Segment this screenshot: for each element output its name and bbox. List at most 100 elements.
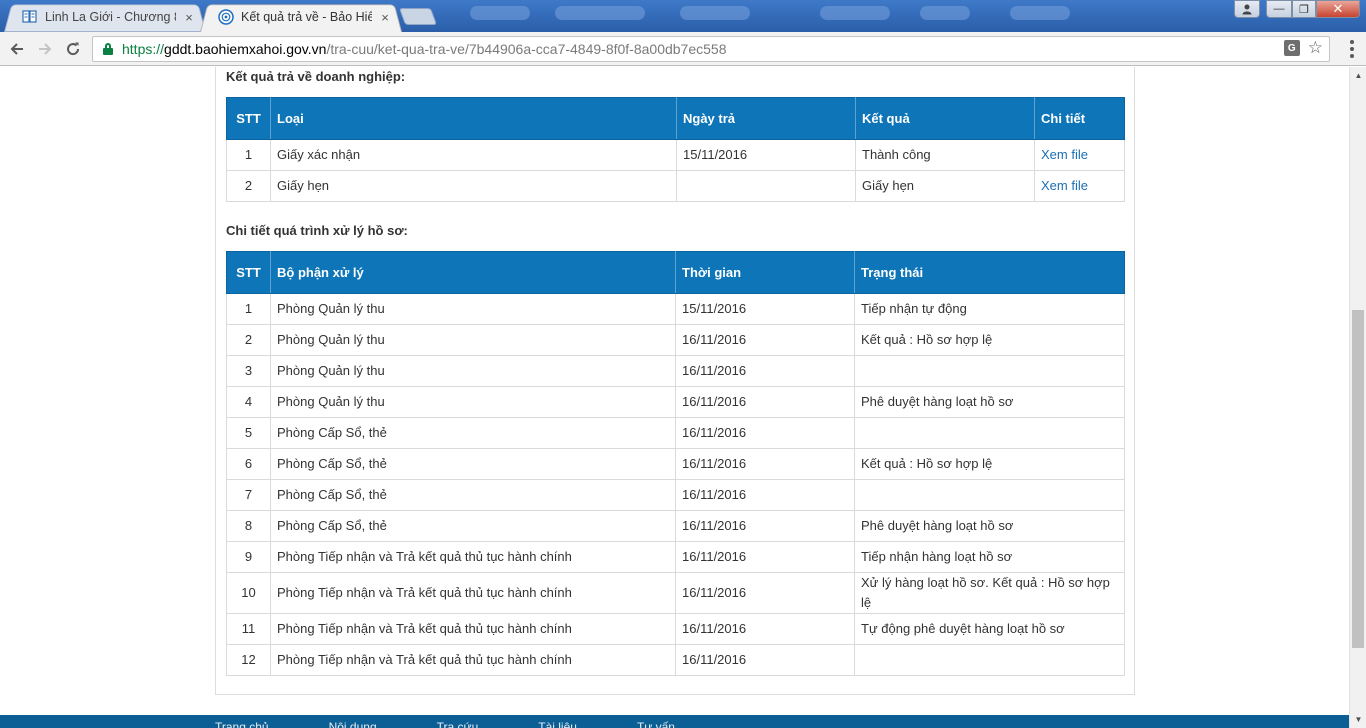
cell-stt: 12 xyxy=(226,644,271,676)
table-header-row: STT Loại Ngày trả Kết quả Chi tiết xyxy=(226,97,1125,140)
background-blur xyxy=(555,6,645,20)
user-icon[interactable] xyxy=(1234,0,1260,18)
column-header-status: Trạng thái xyxy=(854,251,1125,294)
footer-link[interactable]: Tư vấn xyxy=(637,720,675,728)
vertical-scrollbar[interactable]: ▲ ▼ xyxy=(1349,67,1366,728)
cell-dept: Phòng Cấp Sổ, thẻ xyxy=(270,417,676,449)
cell-time: 16/11/2016 xyxy=(675,386,855,418)
reload-icon[interactable] xyxy=(61,37,85,61)
table-row: 8 Phòng Cấp Sổ, thẻ 16/11/2016 Phê duyệt hà… xyxy=(226,510,1125,542)
process-table-body: 1 Phòng Quản lý thu 15/11/2016 Tiếp nhận tự… xyxy=(226,293,1125,676)
cell-dept: Phòng Cấp Sổ, thẻ xyxy=(270,510,676,542)
url-host: gddt.baohiemxahoi.gov.vn xyxy=(164,41,327,57)
footer-link[interactable]: Tài liệu xyxy=(538,720,577,728)
footer-link[interactable]: Trang chủ xyxy=(215,720,269,728)
cell-time: 16/11/2016 xyxy=(675,572,855,614)
cell-status: Tiếp nhận tự động xyxy=(854,293,1125,325)
browser-toolbar: https://gddt.baohiemxahoi.gov.vn/tra-cuu… xyxy=(0,32,1366,66)
cell-stt: 1 xyxy=(226,293,271,325)
address-bar[interactable]: https://gddt.baohiemxahoi.gov.vn/tra-cuu… xyxy=(92,36,1330,62)
star-icon[interactable]: ☆ xyxy=(1308,39,1323,56)
table-header-row: STT Bộ phận xử lý Thời gian Trạng thái xyxy=(226,251,1125,294)
cell-dept: Phòng Cấp Sổ, thẻ xyxy=(270,479,676,511)
tab-title: Linh La Giới - Chương 8 xyxy=(45,10,176,24)
cell-dept: Phòng Tiếp nhận và Trả kết quả thủ tục h… xyxy=(270,644,676,676)
scroll-up-icon[interactable]: ▲ xyxy=(1350,67,1366,84)
url-text: https://gddt.baohiemxahoi.gov.vn/tra-cuu… xyxy=(122,41,727,57)
tab-ket-qua-tra-ve[interactable]: Kết quả trả về - Bảo Hiểm × xyxy=(200,2,402,32)
forward-icon[interactable] xyxy=(33,37,57,61)
minimize-button[interactable]: — xyxy=(1266,0,1292,18)
cell-status xyxy=(854,355,1125,387)
column-header-result: Kết quả xyxy=(855,97,1035,140)
translate-icon[interactable]: G xyxy=(1283,40,1300,56)
cell-dept: Phòng Quản lý thu xyxy=(270,386,676,418)
maximize-button[interactable]: ❐ xyxy=(1292,0,1316,18)
url-scheme: https:// xyxy=(122,41,165,57)
cell-time: 16/11/2016 xyxy=(675,448,855,480)
table-row: 3 Phòng Quản lý thu 16/11/2016 xyxy=(226,355,1125,387)
window-close-button[interactable]: ✕ xyxy=(1316,0,1360,18)
footer-link[interactable]: Nội dung xyxy=(329,720,377,728)
bhxh-logo-icon xyxy=(218,9,234,25)
cell-type: Giấy xác nhận xyxy=(270,139,677,171)
footer-nav: Trang chủ Nội dung Tra cứu Tài liệu Tư vấn xyxy=(215,720,675,728)
cell-stt: 7 xyxy=(226,479,271,511)
process-title: Chi tiết quá trình xử lý hồ sơ: xyxy=(226,223,408,238)
tab-close-icon[interactable]: × xyxy=(182,10,196,25)
lock-icon[interactable] xyxy=(102,42,114,56)
cell-stt: 2 xyxy=(226,170,271,202)
cell-stt: 8 xyxy=(226,510,271,542)
cell-stt: 11 xyxy=(226,613,271,645)
cell-status: Tự động phê duyệt hàng loạt hồ sơ xyxy=(854,613,1125,645)
table-row: 9 Phòng Tiếp nhận và Trả kết quả thủ tục … xyxy=(226,541,1125,573)
cell-time: 16/11/2016 xyxy=(675,479,855,511)
table-row: 7 Phòng Cấp Sổ, thẻ 16/11/2016 xyxy=(226,479,1125,511)
table-row: 10 Phòng Tiếp nhận và Trả kết quả thủ tục… xyxy=(226,572,1125,614)
cell-detail: Xem file xyxy=(1034,139,1125,171)
cell-stt: 10 xyxy=(226,572,271,614)
column-header-detail: Chi tiết xyxy=(1034,97,1125,140)
cell-time: 16/11/2016 xyxy=(675,355,855,387)
view-file-link[interactable]: Xem file xyxy=(1041,147,1088,162)
cell-status xyxy=(854,479,1125,511)
window-controls: — ❐ ✕ xyxy=(1234,0,1360,18)
menu-icon[interactable] xyxy=(1350,40,1354,58)
table-row: 12 Phòng Tiếp nhận và Trả kết quả thủ tục… xyxy=(226,644,1125,676)
background-blur xyxy=(920,6,970,20)
table-row: 2 Giấy hẹn Giấy hẹn Xem file xyxy=(226,170,1125,202)
tab-linh-la-gioi[interactable]: Linh La Giới - Chương 8 × xyxy=(4,2,206,32)
cell-time: 16/11/2016 xyxy=(675,510,855,542)
cell-stt: 6 xyxy=(226,448,271,480)
new-tab-button[interactable] xyxy=(398,8,438,25)
results-title: Kết quả trả về doanh nghiệp: xyxy=(226,69,406,84)
back-icon[interactable] xyxy=(5,37,29,61)
table-row: 11 Phòng Tiếp nhận và Trả kết quả thủ tục… xyxy=(226,613,1125,645)
tab-close-icon[interactable]: × xyxy=(378,10,392,25)
cell-result: Giấy hẹn xyxy=(855,170,1035,202)
view-file-link[interactable]: Xem file xyxy=(1041,178,1088,193)
results-table: STT Loại Ngày trả Kết quả Chi tiết 1 Giấ… xyxy=(226,97,1125,202)
cell-dept: Phòng Tiếp nhận và Trả kết quả thủ tục h… xyxy=(270,613,676,645)
table-row: 4 Phòng Quản lý thu 16/11/2016 Phê duyệt hà… xyxy=(226,386,1125,418)
cell-dept: Phòng Cấp Sổ, thẻ xyxy=(270,448,676,480)
column-header-stt: STT xyxy=(226,251,271,294)
footer-link[interactable]: Tra cứu xyxy=(437,720,479,728)
background-blur xyxy=(820,6,890,20)
cell-status xyxy=(854,417,1125,449)
site-footer: Trang chủ Nội dung Tra cứu Tài liệu Tư vấn xyxy=(0,715,1349,728)
cell-status: Phê duyệt hàng loạt hồ sơ xyxy=(854,386,1125,418)
table-row: 5 Phòng Cấp Sổ, thẻ 16/11/2016 xyxy=(226,417,1125,449)
cell-stt: 9 xyxy=(226,541,271,573)
cell-status xyxy=(854,644,1125,676)
cell-date: 15/11/2016 xyxy=(676,139,856,171)
table-row: 6 Phòng Cấp Sổ, thẻ 16/11/2016 Kết quả : Hồ… xyxy=(226,448,1125,480)
column-header-type: Loại xyxy=(270,97,677,140)
column-header-time: Thời gian xyxy=(675,251,855,294)
cell-dept: Phòng Quản lý thu xyxy=(270,324,676,356)
scroll-down-icon[interactable]: ▼ xyxy=(1350,711,1366,728)
cell-status: Phê duyệt hàng loạt hồ sơ xyxy=(854,510,1125,542)
cell-stt: 2 xyxy=(226,324,271,356)
scroll-thumb[interactable] xyxy=(1352,310,1364,648)
cell-time: 16/11/2016 xyxy=(675,324,855,356)
